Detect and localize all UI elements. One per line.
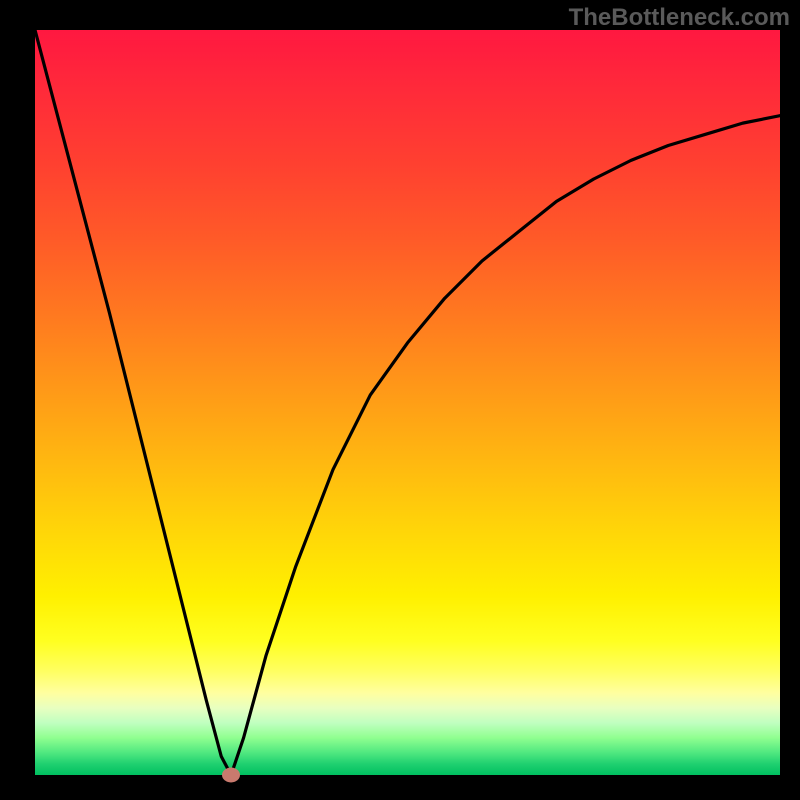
bottleneck-curve bbox=[35, 30, 780, 775]
optimal-point-marker bbox=[222, 768, 240, 783]
chart-plot-area bbox=[35, 30, 780, 775]
watermark-text: TheBottleneck.com bbox=[569, 4, 790, 32]
